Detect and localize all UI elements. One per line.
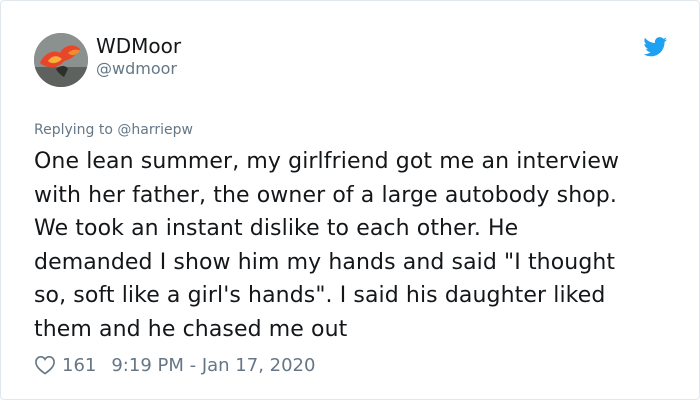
tweet-line: One lean summer, my girlfriend got me an… (34, 149, 620, 174)
timestamp[interactable]: 9:19 PM - Jan 17, 2020 (111, 355, 315, 376)
tweet-line: We took an instant dislike to each other… (34, 216, 519, 241)
avatar[interactable] (34, 33, 88, 87)
tweet-line: so, soft like a girl's hands". I said hi… (34, 283, 606, 308)
like-count[interactable]: 161 (62, 355, 96, 376)
user-handle[interactable]: @wdmoor (96, 59, 177, 79)
display-name[interactable]: WDMoor (96, 34, 181, 58)
avatar-image (34, 33, 88, 87)
replying-to[interactable]: Replying to @harriepw (34, 121, 193, 139)
tweet-line: with her father, the owner of a large au… (34, 182, 617, 208)
tweet-card: WDMoor @wdmoor Replying to @harriepw One… (0, 0, 700, 400)
heart-icon[interactable] (34, 355, 56, 375)
tweet-line: demanded I show him my hands and said "I… (34, 249, 616, 275)
tweet-line: them and he chased me out (34, 316, 348, 342)
tweet-footer: 161 9:19 PM - Jan 17, 2020 (34, 353, 315, 377)
twitter-bird-icon[interactable] (643, 37, 668, 57)
tweet-text: One lean summer, my girlfriend got me an… (34, 145, 684, 346)
